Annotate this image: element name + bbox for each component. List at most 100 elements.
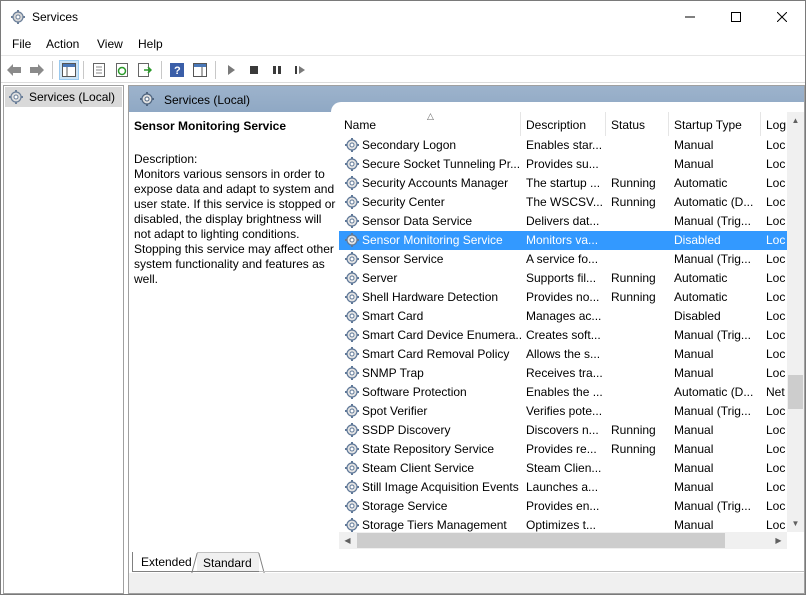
- service-gear-icon: [344, 156, 360, 172]
- help-button[interactable]: ?: [167, 60, 187, 80]
- service-name-cell: Spot Verifier: [362, 404, 428, 418]
- services-list[interactable]: △ Name Description Status Startup Type L…: [339, 112, 804, 533]
- sort-ascending-icon: △: [427, 112, 434, 121]
- table-row[interactable]: Smart Card Manages ac... Disabled Loc: [339, 307, 791, 326]
- service-description-cell: Creates soft...: [526, 328, 601, 342]
- table-row[interactable]: Smart Card Device Enumera... Creates soft…: [339, 326, 791, 345]
- show-hide-console-tree-button[interactable]: [59, 60, 79, 80]
- service-gear-icon: [344, 232, 360, 248]
- start-service-button[interactable]: [221, 60, 241, 80]
- services-panel: Services (Local) Sensor Monitoring Servi…: [128, 85, 805, 594]
- back-arrow-icon: [7, 64, 21, 76]
- service-description-cell: The startup ...: [526, 176, 601, 190]
- tree-item-services-local[interactable]: Services (Local): [5, 87, 122, 107]
- restart-service-button[interactable]: [290, 60, 310, 80]
- service-description-cell: Allows the s...: [526, 347, 601, 361]
- table-row[interactable]: Secure Socket Tunneling Pr... Provides su…: [339, 155, 791, 174]
- table-row[interactable]: Spot Verifier Verifies pote... Manual (Tri…: [339, 402, 791, 421]
- pause-service-button[interactable]: [267, 60, 287, 80]
- service-gear-icon: [344, 213, 360, 229]
- refresh-button[interactable]: [112, 60, 132, 80]
- table-row[interactable]: Still Image Acquisition Events Launches a…: [339, 478, 791, 497]
- horizontal-scrollbar[interactable]: ◀ ▶: [339, 532, 787, 549]
- maximize-button[interactable]: [713, 1, 759, 33]
- service-name-cell: SSDP Discovery: [362, 423, 451, 437]
- table-row[interactable]: Secondary Logon Enables star... Manual Loc: [339, 136, 791, 155]
- table-row[interactable]: Storage Tiers Management Optimizes t... Ma…: [339, 516, 791, 533]
- menu-file[interactable]: File: [12, 37, 31, 51]
- scroll-down-icon[interactable]: ▼: [787, 515, 804, 532]
- column-header-description[interactable]: Description: [521, 112, 606, 136]
- column-header-status[interactable]: Status: [606, 112, 669, 136]
- menu-help[interactable]: Help: [138, 37, 163, 51]
- tab-extended[interactable]: Extended: [132, 552, 198, 572]
- minimize-button[interactable]: [667, 1, 713, 33]
- service-name-cell: Storage Service: [362, 499, 448, 513]
- service-description-cell: Launches a...: [526, 480, 599, 494]
- table-row[interactable]: SSDP Discovery Discovers n... Running Manua…: [339, 421, 791, 440]
- table-row[interactable]: Steam Client Service Steam Clien... Manual…: [339, 459, 791, 478]
- tab-standard[interactable]: Standard: [197, 552, 259, 572]
- column-header-name[interactable]: △ Name: [339, 112, 521, 136]
- forward-button[interactable]: [27, 60, 47, 80]
- vertical-scroll-thumb[interactable]: [788, 375, 803, 409]
- menu-action[interactable]: Action: [46, 37, 79, 51]
- properties-button[interactable]: [89, 60, 109, 80]
- scroll-left-icon[interactable]: ◀: [339, 532, 356, 549]
- vertical-scrollbar[interactable]: ▲ ▼: [787, 112, 804, 532]
- menu-view[interactable]: View: [97, 37, 123, 51]
- service-name-cell: Smart Card Device Enumera...: [362, 328, 522, 342]
- properties-icon: [93, 63, 105, 77]
- service-name-cell: Steam Client Service: [362, 461, 475, 475]
- scroll-right-icon[interactable]: ▶: [770, 532, 787, 549]
- table-row[interactable]: Sensor Service A service fo... Manual (Tri…: [339, 250, 791, 269]
- table-row[interactable]: Server Supports fil... Running Automatic Loc: [339, 269, 791, 288]
- service-description-cell: Optimizes t...: [526, 518, 597, 532]
- table-row[interactable]: State Repository Service Provides re... Ru…: [339, 440, 791, 459]
- service-gear-icon: [344, 479, 360, 495]
- service-name-cell: Secondary Logon: [362, 138, 457, 152]
- service-startup-type-cell: Disabled: [674, 233, 721, 247]
- column-header-startup-type[interactable]: Startup Type: [669, 112, 761, 136]
- horizontal-scroll-thumb[interactable]: [357, 533, 725, 548]
- table-row[interactable]: Security Center The WSCSV... Running Automa…: [339, 193, 791, 212]
- close-button[interactable]: [759, 1, 805, 33]
- service-gear-icon: [344, 365, 360, 381]
- service-gear-icon: [344, 137, 360, 153]
- service-name-cell: Secure Socket Tunneling Pr...: [362, 157, 521, 171]
- service-gear-icon: [344, 327, 360, 343]
- back-button[interactable]: [4, 60, 24, 80]
- scroll-up-icon[interactable]: ▲: [787, 112, 804, 129]
- description-pane: Sensor Monitoring Service Description: M…: [134, 116, 339, 536]
- view-tabs: Extended Standard: [129, 552, 804, 572]
- show-hide-action-pane-button[interactable]: [190, 60, 210, 80]
- forward-arrow-icon: [30, 64, 44, 76]
- table-row[interactable]: Security Accounts Manager The startup ...…: [339, 174, 791, 193]
- svg-text:?: ?: [174, 65, 181, 77]
- action-pane-icon: [193, 63, 207, 77]
- window-title: Services: [32, 10, 79, 24]
- table-row[interactable]: Software Protection Enables the ... Automa…: [339, 383, 791, 402]
- table-row[interactable]: Sensor Data Service Delivers dat... Manual…: [339, 212, 791, 231]
- service-gear-icon: [344, 346, 360, 362]
- stop-service-button[interactable]: [244, 60, 264, 80]
- service-description-cell: The WSCSV...: [526, 195, 603, 209]
- service-gear-icon: [344, 270, 360, 286]
- close-icon: [777, 12, 787, 22]
- export-list-button[interactable]: [135, 60, 155, 80]
- table-row[interactable]: SNMP Trap Receives tra... Manual Loc: [339, 364, 791, 383]
- service-startup-type-cell: Manual: [674, 442, 714, 456]
- table-row[interactable]: Storage Service Provides en... Manual (Tri…: [339, 497, 791, 516]
- table-row[interactable]: Sensor Monitoring Service Monitors va... D…: [339, 231, 791, 250]
- service-startup-type-cell: Manual (Trig...: [674, 499, 751, 513]
- service-status-cell: Running: [611, 271, 656, 285]
- service-gear-icon: [344, 175, 360, 191]
- service-description-cell: Enables star...: [526, 138, 603, 152]
- service-startup-type-cell: Automatic (D...: [674, 195, 754, 209]
- service-startup-type-cell: Manual: [674, 366, 714, 380]
- table-row[interactable]: Shell Hardware Detection Provides no... Ru…: [339, 288, 791, 307]
- title-bar[interactable]: Services: [1, 1, 805, 33]
- table-row[interactable]: Smart Card Removal Policy Allows the s...…: [339, 345, 791, 364]
- services-window: Services File Action View Help ? Service…: [0, 0, 806, 595]
- restart-icon: [295, 66, 305, 74]
